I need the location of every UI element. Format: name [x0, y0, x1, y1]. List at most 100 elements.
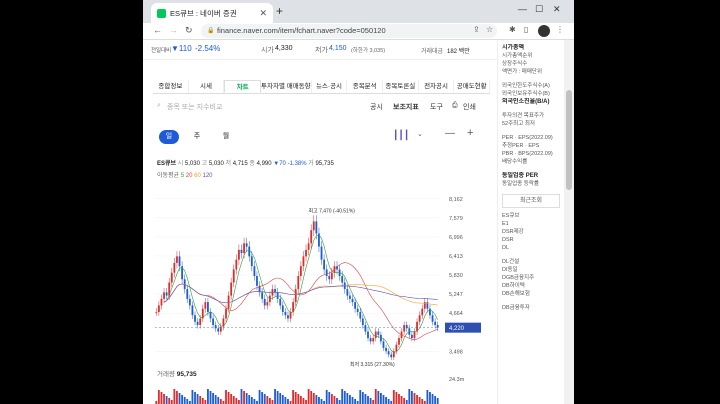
- back-icon[interactable]: ←: [153, 25, 162, 35]
- reload-icon[interactable]: ↻: [185, 25, 193, 36]
- volume-bar: [274, 389, 276, 404]
- recent-stock-link[interactable]: DB하이텍: [502, 282, 560, 290]
- forward-icon[interactable]: →: [169, 25, 178, 35]
- candle-body: [178, 256, 181, 267]
- notice-button[interactable]: 공시: [370, 102, 383, 112]
- period-day[interactable]: 일: [159, 130, 179, 144]
- extensions-icon[interactable]: ✱: [509, 25, 516, 34]
- tab-8[interactable]: 공매도현황: [454, 80, 491, 93]
- recent-stock-link[interactable]: E1: [502, 220, 560, 228]
- scale-label[interactable]: Linear: [445, 183, 460, 185]
- new-tab-icon[interactable]: +: [276, 4, 283, 18]
- volume-bar: [183, 397, 186, 404]
- ohlc-close: 4,990: [256, 161, 272, 167]
- volume-bar: [330, 394, 333, 404]
- volume-bar: [227, 392, 230, 404]
- volume-bar: [367, 396, 369, 404]
- volume-bar: [418, 397, 421, 404]
- minimize-icon[interactable]: —: [518, 4, 527, 14]
- candle-body: [253, 266, 256, 276]
- recent-stock-link[interactable]: DGB금융지주: [502, 274, 560, 282]
- tab-2[interactable]: 차트: [224, 80, 262, 93]
- close-window-icon[interactable]: ✕: [553, 4, 561, 15]
- print-button[interactable]: 인쇄: [463, 102, 476, 112]
- sidepanel-icon[interactable]: ▯: [524, 25, 528, 34]
- tab-1[interactable]: 시세: [189, 80, 225, 93]
- recent-stock-link[interactable]: DL: [502, 244, 560, 252]
- candle-body: [382, 341, 385, 348]
- zoom-out-icon[interactable]: —: [445, 128, 455, 139]
- volume-legend: 거래량 95,735: [157, 368, 197, 378]
- close-abbr: 종: [249, 161, 255, 167]
- candle-body: [346, 289, 349, 296]
- candle-body: [372, 338, 375, 342]
- indicator-button[interactable]: 보조지표: [393, 102, 419, 112]
- period-month[interactable]: 월: [216, 130, 236, 144]
- compare-search-input[interactable]: 종목 또는 지수비교: [157, 102, 222, 112]
- tab-4[interactable]: 뉴스·공시: [312, 80, 348, 93]
- recent-stock-link[interactable]: DSR제강: [502, 228, 560, 236]
- volume-bar: [163, 394, 165, 404]
- ma-5: 5: [180, 173, 185, 179]
- volume-bar: [204, 400, 207, 404]
- period-week[interactable]: 주: [187, 130, 207, 144]
- address-bar[interactable]: 🔒 finance.naver.com/item/fchart.naver?co…: [201, 24, 497, 38]
- ohlc-legend: ES큐브 시 5,030 고 5,030 저 4,715 종 4,990 ▼70…: [157, 158, 334, 167]
- recent-stock-link[interactable]: DB손해보험: [502, 290, 560, 298]
- volume-bar: [333, 396, 336, 404]
- print-icon[interactable]: ⎙: [452, 102, 458, 110]
- volume-bar: [279, 393, 282, 404]
- low-label: 저가: [315, 47, 328, 54]
- candle-body: [307, 243, 310, 250]
- candle-body: [173, 262, 176, 273]
- tab-5[interactable]: 종목분석: [347, 80, 384, 93]
- tab-6[interactable]: 종목토론실: [383, 80, 419, 93]
- chart-type-icon[interactable]: ┃┃┃: [393, 130, 409, 141]
- share-icon[interactable]: ⇪: [473, 25, 480, 34]
- menu-icon[interactable]: ⋮: [556, 25, 564, 34]
- close-tab-icon[interactable]: ✕: [259, 8, 267, 19]
- tab-3[interactable]: 투자자별 매매동향: [261, 80, 312, 93]
- recent-stock-link[interactable]: ES큐브: [502, 212, 560, 220]
- recent-stock-link[interactable]: DSR: [502, 236, 560, 244]
- volume-bar: [191, 390, 194, 404]
- volume-bar: [165, 396, 168, 404]
- chevron-down-icon[interactable]: ⌄: [417, 130, 423, 138]
- browser-tab[interactable]: ES큐브 : 네이버 증권 ✕: [151, 3, 273, 23]
- volume-bar: [168, 398, 171, 404]
- ma-line-120: [163, 283, 438, 304]
- max-annotation: 최고 7,470 (-40.51%): [308, 207, 355, 214]
- candle-body: [398, 338, 400, 345]
- volume-bar: [405, 400, 408, 404]
- volume-bar: [361, 392, 364, 404]
- candle-body: [429, 308, 431, 316]
- sidebar-info-item: 시가총액순위: [502, 53, 533, 59]
- scrollbar-thumb[interactable]: [566, 90, 572, 190]
- stock-name: ES큐브: [157, 161, 177, 167]
- candle-body: [248, 246, 251, 257]
- search-icon: ⌕: [157, 102, 161, 109]
- tab-0[interactable]: 종합정보: [153, 80, 189, 93]
- price-chart[interactable]: 8,162 7,579 6,996 6,413 5,830 5,247 4,664 3,498…: [143, 183, 497, 368]
- recent-stock-link[interactable]: DI동일: [502, 266, 560, 274]
- candle-body: [176, 256, 178, 263]
- candle-body: [191, 305, 194, 316]
- volume-axis-label: 24.3m: [449, 377, 465, 383]
- tools-button[interactable]: 도구: [430, 102, 443, 112]
- bookmark-star-icon[interactable]: ☆: [486, 25, 493, 34]
- sidebar-info-item: 액면가 : 매매단위: [502, 69, 543, 75]
- maximize-icon[interactable]: ☐: [535, 4, 543, 15]
- candle-body: [170, 272, 173, 283]
- volume-bar: [214, 395, 217, 404]
- volume-bar: [354, 399, 356, 404]
- profile-avatar[interactable]: [538, 25, 550, 37]
- ohlc-high: 5,030: [208, 161, 224, 167]
- volume-bar: [385, 397, 387, 404]
- volume-bar: [377, 391, 380, 404]
- recent-stock-link[interactable]: DB금융투자: [502, 304, 560, 312]
- candle-body: [390, 354, 393, 358]
- recent-stock-link[interactable]: DL건설: [502, 258, 560, 266]
- volume-bar: [305, 400, 307, 404]
- zoom-in-icon[interactable]: +: [467, 127, 473, 139]
- tab-7[interactable]: 전자공시: [419, 80, 455, 93]
